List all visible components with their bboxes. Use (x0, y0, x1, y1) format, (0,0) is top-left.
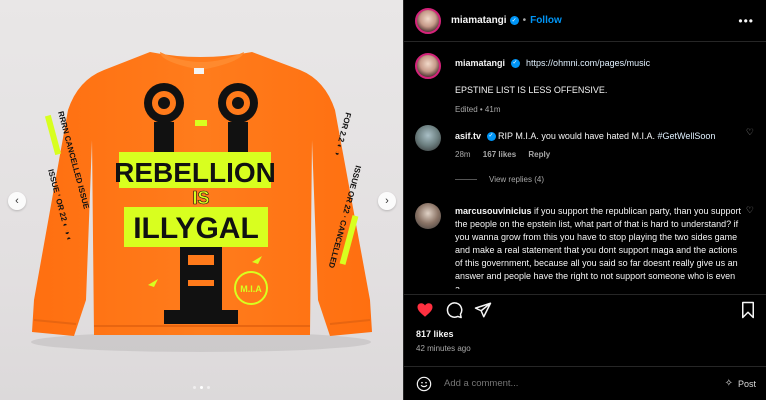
previous-image-button[interactable]: ‹ (8, 192, 26, 210)
sparkle-icon: ✧ (724, 378, 733, 389)
verified-icon: ✓ (486, 132, 496, 142)
comment-likes[interactable]: 167 likes (483, 150, 516, 159)
comments-list: miamatangi ✓ https://ohmni.com/pages/mus… (404, 43, 766, 295)
comment-time: 28m (455, 150, 471, 159)
shirt-text-3: ILLYGAL (133, 212, 259, 245)
caption-edited: Edited • 41m (455, 105, 501, 114)
verified-icon: ✓ (510, 59, 520, 69)
view-replies-label: View replies (4) (489, 175, 544, 184)
list-item: asif.tv ✓ RIP M.I.A. you would have hate… (415, 125, 756, 165)
next-image-button[interactable]: › (378, 192, 396, 210)
shirt-text-1: REBELLION (114, 157, 276, 188)
comment-composer: ✧ Post (404, 366, 766, 400)
carousel-dot-active (200, 386, 203, 389)
carousel-dot (207, 386, 210, 389)
emoji-icon[interactable] (416, 376, 432, 392)
avatar[interactable] (415, 125, 441, 151)
bookmark-icon[interactable] (740, 301, 756, 319)
post-author-username[interactable]: miamatangi (451, 15, 507, 26)
comment-username[interactable]: marcusouvinicius (455, 206, 532, 216)
caption-link[interactable]: https://ohmni.com/pages/music (526, 58, 650, 68)
share-icon[interactable] (474, 301, 492, 319)
caption-text: EPSTINE LIST IS LESS OFFENSIVE. (455, 85, 608, 95)
shirt-text-2: IS (192, 188, 209, 208)
post-actions (404, 294, 766, 322)
post-image[interactable]: RRRN CANCELLED ISSUE ISSUE ' OR 22 ◐ ◑ ◐… (0, 0, 403, 400)
comment-text: if you support the republican party, tha… (455, 206, 742, 289)
reply-button[interactable]: Reply (528, 150, 550, 159)
comment-username[interactable]: asif.tv (455, 131, 481, 141)
view-replies-button[interactable]: View replies (4) (455, 175, 544, 184)
more-options-icon[interactable]: ••• (738, 14, 754, 28)
likes-count[interactable]: 817 likes (416, 329, 454, 339)
caption-username[interactable]: miamatangi (455, 58, 505, 68)
avatar[interactable] (415, 53, 441, 79)
comment-icon[interactable] (445, 301, 463, 319)
post-side-panel: miamatangi ✓ • Follow ••• miamatangi ✓ h… (403, 0, 766, 400)
avatar[interactable] (415, 7, 441, 34)
list-item: marcusouvinicius if you support the repu… (415, 203, 756, 289)
comment-text: RIP M.I.A. you would have hated M.I.A. (498, 131, 655, 141)
caption: miamatangi ✓ https://ohmni.com/pages/mus… (415, 53, 756, 114)
post-label: Post (737, 378, 756, 389)
carousel-dot (193, 386, 196, 389)
comment-meta: 28m 167 likes Reply (455, 148, 742, 161)
post-header: miamatangi ✓ • Follow ••• (404, 0, 766, 42)
avatar[interactable] (415, 203, 441, 229)
follow-button[interactable]: Follow (530, 15, 562, 26)
comment-input[interactable] (444, 378, 725, 389)
svg-text:M.I.A: M.I.A (240, 284, 262, 294)
comment-hashtag[interactable]: #GetWellSoon (657, 131, 715, 141)
divider (455, 179, 477, 180)
like-comment-icon[interactable]: ♡ (746, 127, 754, 138)
separator-dot: • (522, 15, 527, 26)
view-replies-row: View replies (4) (415, 175, 756, 189)
carousel-indicator (0, 386, 403, 389)
post-timestamp[interactable]: 42 minutes ago (416, 344, 471, 353)
tshirt-graphic: RRRN CANCELLED ISSUE ISSUE ' OR 22 ◐ ◑ ◐… (31, 52, 372, 352)
like-comment-icon[interactable]: ♡ (746, 205, 754, 216)
like-heart-icon[interactable] (416, 301, 434, 319)
verified-icon: ✓ (509, 16, 519, 25)
post-comment-button[interactable]: ✧ Post (725, 378, 756, 389)
